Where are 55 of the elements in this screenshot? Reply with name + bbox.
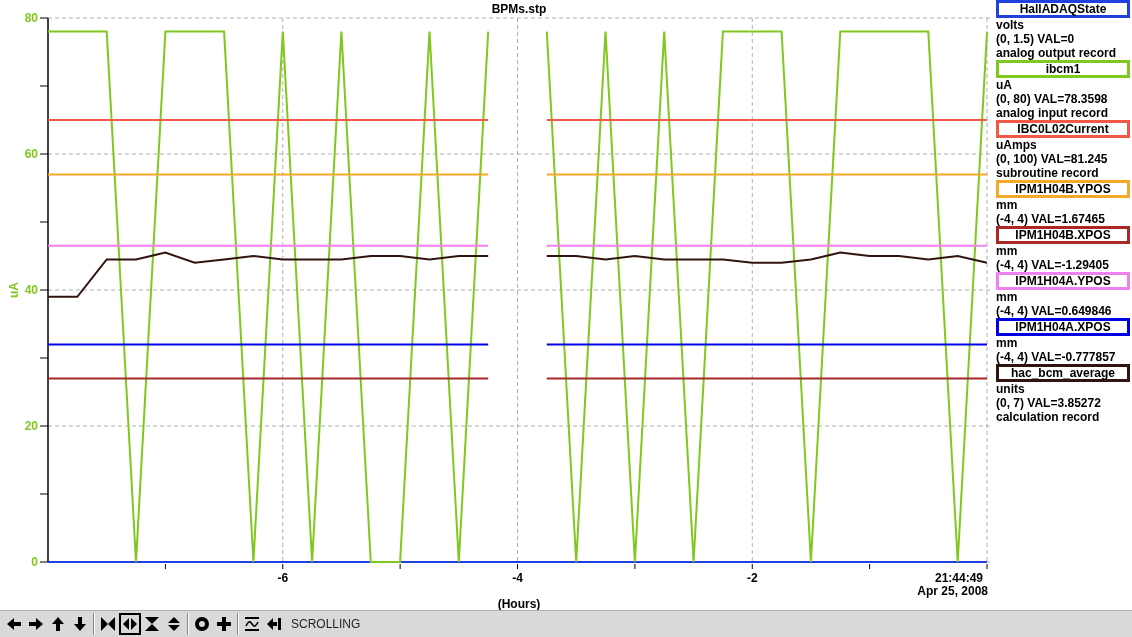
legend-units: uAmps [996,138,1038,152]
legend-units: mm [996,290,1019,304]
legend-trace-name[interactable]: IPM1H04B.XPOS [996,226,1130,244]
legend-units: mm [996,198,1019,212]
legend-reading: (0, 100) VAL=81.245 [996,152,1109,166]
arrow-down-icon [72,616,88,632]
legend-record: analog input record [996,106,1109,120]
legend-units: mm [996,244,1019,258]
y-tick-label: 40 [24,283,38,297]
time-label: 21:44:49 [934,571,983,585]
legend-units: mm [996,336,1019,350]
inward-triangles-icon [100,616,116,632]
x-tick-label: -2 [746,571,758,585]
y-tick-label: 80 [24,11,38,25]
x-tick-label: -6 [277,571,289,585]
y-tick-label: 60 [24,147,38,161]
arrow-to-bar-icon [266,616,282,632]
x-axis-title: (Hours) [497,597,541,610]
legend-record: analog output record [996,46,1117,60]
ring-icon [194,616,210,632]
arrow-left-icon [6,616,22,632]
legend-record: calculation record [996,410,1101,424]
legend-reading: (-4, 4) VAL=0.649846 [996,304,1113,318]
legend-trace-name[interactable]: IPM1H04A.YPOS [996,272,1130,290]
y-tick-label: 0 [31,555,38,569]
arrow-right-icon [28,616,44,632]
legend-units: uA [996,78,1013,92]
legend-trace-name[interactable]: IPM1H04B.YPOS [996,180,1130,198]
zoom-out-x-button[interactable] [119,613,141,635]
legend-reading: (0, 80) VAL=78.3598 [996,92,1109,106]
chart-title: BPMs.stp [491,2,547,16]
legend-trace-name[interactable]: hac_bcm_average [996,364,1130,382]
legend-trace-name[interactable]: IPM1H04A.XPOS [996,318,1130,336]
up-down-triangles-icon [166,616,182,632]
plus-icon [216,616,232,632]
legend-reading: (-4, 4) VAL=-1.29405 [996,258,1110,272]
mode-label: SCROLLING [291,616,361,633]
legend-reading: (-4, 4) VAL=-0.777857 [996,350,1117,364]
hourglass-icon [144,616,160,632]
legend-reading: (0, 7) VAL=3.85272 [996,396,1102,410]
legend-trace-name[interactable]: ibcm1 [996,60,1130,78]
legend-record: subroutine record [996,166,1100,180]
legend-reading: (0, 1.5) VAL=0 [996,32,1076,46]
graph-icon [244,616,260,632]
legend-units: units [996,382,1026,396]
date-label: Apr 25, 2008 [917,584,988,598]
arrow-up-icon [50,616,66,632]
x-tick-label: -4 [512,571,523,585]
y-tick-label: 20 [24,419,38,433]
outward-triangles-icon [122,616,138,632]
legend-trace-name[interactable]: IBC0L02Current [996,120,1130,138]
legend-trace-name[interactable]: HallADAQState [996,0,1130,18]
legend-units: volts [996,18,1025,32]
legend-reading: (-4, 4) VAL=1.67465 [996,212,1106,226]
y-axis-title: uA [7,282,21,298]
